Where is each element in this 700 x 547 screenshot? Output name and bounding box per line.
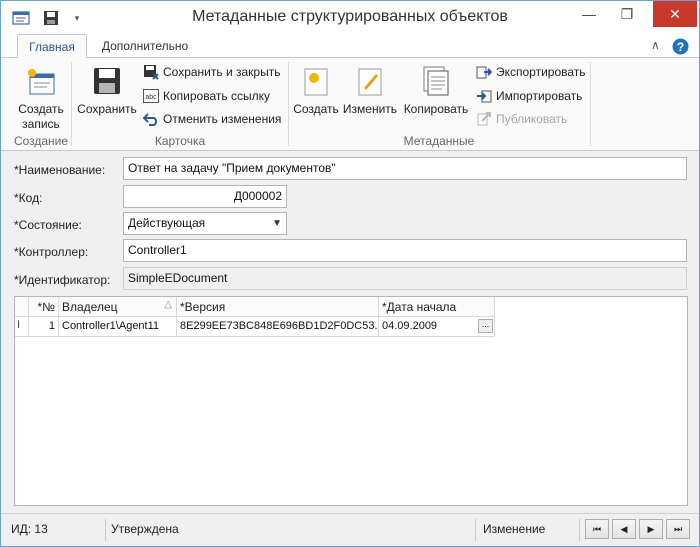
code-label: *Код: bbox=[14, 191, 43, 205]
close-button[interactable]: ✕ bbox=[653, 1, 697, 27]
help-icon[interactable]: ? bbox=[672, 38, 689, 58]
name-field[interactable]: Ответ на задачу "Прием документов" bbox=[123, 157, 687, 180]
copy-icon bbox=[401, 64, 471, 98]
cell-owner[interactable]: Controller1\Agent11 bbox=[59, 317, 177, 337]
state-value: Действующая bbox=[128, 216, 206, 230]
new-icon bbox=[293, 64, 339, 98]
create-record-label: Создать запись bbox=[18, 102, 64, 131]
restore-button[interactable]: ❐ bbox=[611, 1, 643, 27]
meta-edit-label: Изменить bbox=[342, 102, 398, 116]
ribbon: Создать запись Создание Сохранить Сохран… bbox=[1, 58, 699, 151]
cell-start-date[interactable]: 04.09.2009 ... bbox=[379, 317, 495, 337]
save-and-close-button[interactable]: Сохранить и закрыть bbox=[142, 62, 280, 82]
title-bar: ▾ Метаданные структурированных объектов … bbox=[1, 1, 699, 34]
status-approval: Утверждена bbox=[111, 522, 179, 536]
import-icon bbox=[475, 88, 493, 104]
column-header-owner[interactable]: Владелец △ bbox=[59, 297, 177, 317]
versions-grid: *№ Владелец △ *Версия *Дата начала I 1 C… bbox=[14, 296, 688, 506]
start-date-value: 04.09.2009 bbox=[382, 320, 438, 332]
group-label-metadata: Метаданные bbox=[403, 134, 475, 148]
code-field[interactable]: Д000002 bbox=[123, 185, 287, 208]
ribbon-separator bbox=[288, 62, 289, 146]
minimize-button[interactable]: — bbox=[573, 1, 605, 27]
row-indicator-header bbox=[15, 297, 29, 317]
cell-num[interactable]: 1 bbox=[29, 317, 59, 337]
undo-icon bbox=[142, 111, 160, 127]
group-label-create: Создание bbox=[13, 134, 69, 148]
export-label: Экспортировать bbox=[496, 65, 586, 79]
status-id: ИД: 13 bbox=[11, 522, 48, 536]
state-select[interactable]: Действующая ▼ bbox=[123, 212, 287, 235]
copy-link-button[interactable]: abc Копировать ссылку bbox=[142, 86, 270, 106]
undo-changes-label: Отменить изменения bbox=[163, 112, 282, 126]
meta-edit-button[interactable]: Изменить bbox=[342, 64, 398, 117]
status-separator bbox=[579, 519, 580, 541]
text-cursor-icon: I bbox=[15, 317, 29, 337]
meta-copy-label: Копировать bbox=[403, 102, 469, 116]
create-record-button[interactable]: Создать запись bbox=[15, 64, 67, 132]
status-separator bbox=[105, 519, 106, 541]
save-icon bbox=[77, 64, 137, 98]
app-window: ▾ Метаданные структурированных объектов … bbox=[0, 0, 700, 547]
sort-ascending-icon: △ bbox=[164, 299, 172, 310]
copy-link-label: Копировать ссылку bbox=[163, 89, 270, 103]
export-icon bbox=[475, 64, 493, 80]
owner-header-label: Владелец bbox=[62, 300, 118, 314]
state-label: *Состояние: bbox=[14, 218, 82, 232]
column-header-start-date[interactable]: *Дата начала bbox=[379, 297, 495, 317]
next-record-icon[interactable]: ▶ bbox=[639, 519, 663, 539]
controller-field[interactable]: Controller1 bbox=[123, 239, 687, 262]
identifier-label: *Идентификатор: bbox=[14, 273, 111, 287]
import-button[interactable]: Импортировать bbox=[475, 86, 582, 106]
column-header-num[interactable]: *№ bbox=[29, 297, 59, 317]
copy-link-icon: abc bbox=[142, 88, 160, 104]
tab-extra[interactable]: Дополнительно bbox=[93, 34, 197, 59]
publish-label: Публиковать bbox=[496, 112, 568, 126]
meta-copy-button[interactable]: Копировать bbox=[401, 64, 471, 117]
export-button[interactable]: Экспортировать bbox=[475, 62, 586, 82]
ribbon-tabs: Главная Дополнительно ∧ ? bbox=[1, 34, 699, 59]
cell-version[interactable]: 8E299EE73BC848E696BD1D2F0DC53... bbox=[177, 317, 379, 337]
ellipsis-button[interactable]: ... bbox=[478, 319, 493, 333]
save-button[interactable]: Сохранить bbox=[77, 64, 137, 117]
status-separator bbox=[475, 519, 476, 541]
publish-icon bbox=[475, 111, 493, 127]
column-header-version[interactable]: *Версия bbox=[177, 297, 379, 317]
ribbon-separator bbox=[71, 62, 72, 146]
edit-icon bbox=[342, 64, 398, 98]
svg-text:?: ? bbox=[677, 40, 684, 54]
svg-text:abc: abc bbox=[145, 94, 157, 101]
collapse-ribbon-icon[interactable]: ∧ bbox=[651, 38, 660, 52]
save-close-icon bbox=[142, 64, 160, 80]
meta-create-label: Создать bbox=[293, 102, 339, 116]
last-record-icon[interactable]: ⏭ bbox=[666, 519, 690, 539]
name-label: *Наименование: bbox=[14, 163, 106, 177]
first-record-icon[interactable]: ⏮ bbox=[585, 519, 609, 539]
ribbon-separator bbox=[590, 62, 591, 146]
tab-main[interactable]: Главная bbox=[17, 34, 87, 59]
previous-record-icon[interactable]: ◀ bbox=[612, 519, 636, 539]
group-label-card: Карточка bbox=[154, 134, 206, 148]
identifier-field: SimpleEDocument bbox=[123, 267, 687, 290]
new-record-icon bbox=[15, 64, 67, 98]
status-mode: Изменение bbox=[483, 522, 546, 536]
status-bar: ИД: 13 Утверждена Изменение ⏮ ◀ ▶ ⏭ bbox=[1, 513, 699, 546]
undo-changes-button[interactable]: Отменить изменения bbox=[142, 109, 281, 129]
controller-label: *Контроллер: bbox=[14, 245, 89, 259]
record-form: *Наименование: Ответ на задачу "Прием до… bbox=[1, 151, 699, 291]
import-label: Импортировать bbox=[496, 89, 583, 103]
chevron-down-icon[interactable]: ▼ bbox=[272, 218, 282, 229]
save-label: Сохранить bbox=[77, 102, 137, 116]
publish-button[interactable]: Публиковать bbox=[475, 109, 567, 129]
meta-create-button[interactable]: Создать bbox=[293, 64, 339, 117]
save-and-close-label: Сохранить и закрыть bbox=[163, 65, 281, 79]
